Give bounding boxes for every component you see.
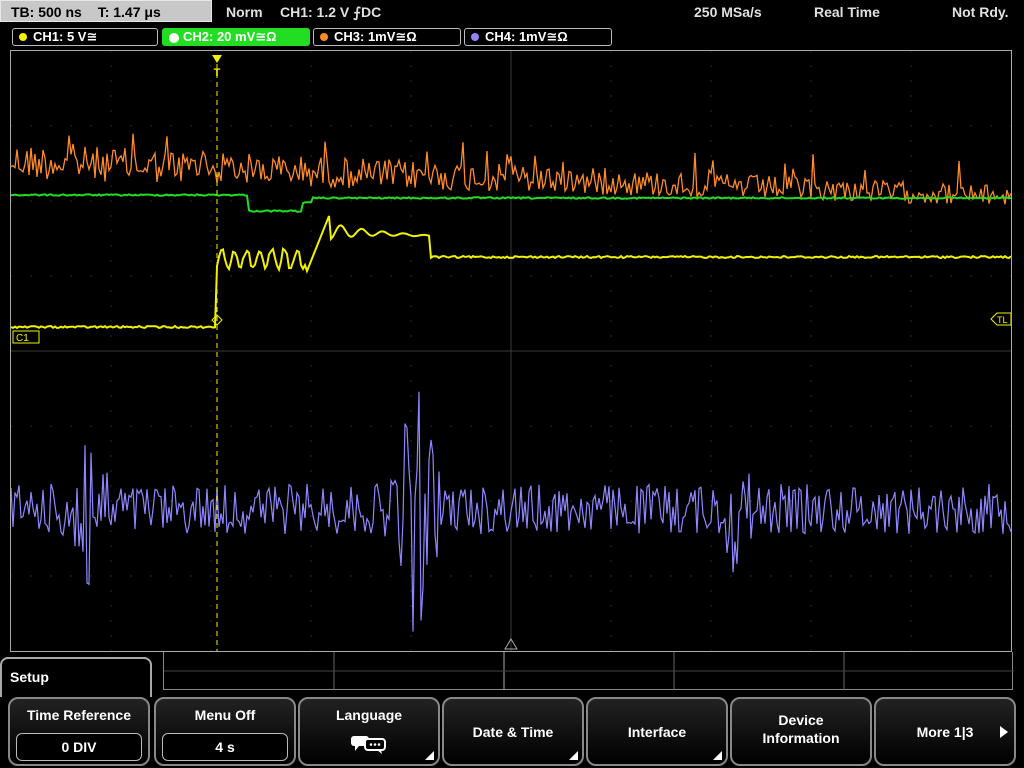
softkey-bar: Time Reference 0 DIV Menu Off 4 s Langua… <box>0 697 1024 768</box>
trigger-time-label: T: 1.47 μs <box>97 4 161 20</box>
time-reference-value: 0 DIV <box>16 733 142 761</box>
device-information-key[interactable]: Device Information <box>730 697 872 766</box>
ch1-label: CH1: 5 V≅ <box>33 29 98 44</box>
menu-title-tab: Setup <box>0 657 152 697</box>
language-label: Language <box>335 707 403 723</box>
time-reference-key[interactable]: Time Reference 0 DIV <box>8 697 150 766</box>
graticule <box>11 51 1011 651</box>
svg-text:C1: C1 <box>16 333 29 344</box>
channel-tab-ch2[interactable]: CH2: 20 mV≅Ω <box>162 28 310 46</box>
channel-tab-ch1[interactable]: CH1: 5 V≅ <box>12 28 158 46</box>
more-label: More 1|3 <box>916 724 974 740</box>
trigger-level-marker[interactable]: TL <box>990 312 1011 326</box>
trigger-source[interactable]: CH1: 1.2 V ⨍DC <box>280 0 381 24</box>
menu-title: Setup <box>10 669 49 685</box>
menu-off-key[interactable]: Menu Off 4 s <box>154 697 296 766</box>
ch1-offset-marker[interactable]: C1 <box>12 330 40 344</box>
svg-text:T: T <box>214 67 221 79</box>
waveform-canvas: T C1 TL <box>11 51 1011 651</box>
menu-off-label: Menu Off <box>194 707 256 723</box>
submenu-corner-icon <box>713 751 722 760</box>
ch3-label: CH3: 1mV≅Ω <box>334 29 417 44</box>
chevron-right-icon <box>1000 726 1008 738</box>
more-key[interactable]: More 1|3 <box>874 697 1016 766</box>
status-bar: TB: 500 ns T: 1.47 μs Norm CH1: 1.2 V ⨍D… <box>0 0 1024 24</box>
date-time-label: Date & Time <box>472 724 554 740</box>
interface-label: Interface <box>627 724 687 740</box>
acquisition-status: Not Rdy. <box>952 4 1009 20</box>
sample-rate: 250 MSa/s <box>694 4 762 20</box>
ch1-color-dot <box>19 33 27 41</box>
menu-off-value: 4 s <box>162 733 288 761</box>
language-key[interactable]: Language <box>298 697 440 766</box>
device-information-label: Device Information <box>762 712 840 746</box>
submenu-corner-icon <box>569 751 578 760</box>
waveform-display[interactable]: T C1 TL <box>10 50 1012 652</box>
trigger-mode[interactable]: Norm <box>226 0 263 24</box>
acquisition-mode: Real Time <box>814 4 880 20</box>
ch4-color-dot <box>471 33 479 41</box>
channel-tab-ch3[interactable]: CH3: 1mV≅Ω <box>313 28 461 46</box>
timebase-label: TB: 500 ns <box>11 4 82 20</box>
date-time-key[interactable]: Date & Time <box>442 697 584 766</box>
channel-tab-ch4[interactable]: CH4: 1mV≅Ω <box>464 28 612 46</box>
interface-key[interactable]: Interface <box>586 697 728 766</box>
time-reference-label: Time Reference <box>26 707 131 723</box>
svg-text:TL: TL <box>997 315 1008 325</box>
ch2-label: CH2: 20 mV≅Ω <box>183 29 277 44</box>
zoom-strip <box>163 652 1014 690</box>
speech-bubbles-icon <box>300 733 438 760</box>
trigger-position-marker[interactable]: T <box>212 55 222 79</box>
submenu-corner-icon <box>425 751 434 760</box>
timebase-box[interactable]: TB: 500 ns T: 1.47 μs <box>0 0 212 22</box>
ch4-label: CH4: 1mV≅Ω <box>485 29 568 44</box>
ch2-color-dot <box>169 33 179 43</box>
ch3-color-dot <box>320 33 328 41</box>
